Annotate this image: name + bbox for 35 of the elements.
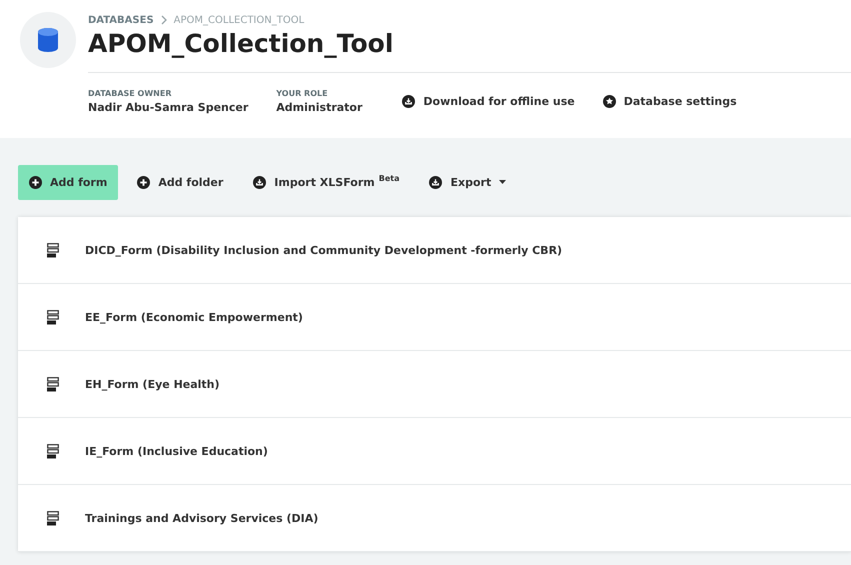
form-name: IE_Form (Inclusive Education): [85, 444, 268, 458]
form-row[interactable]: DICD_Form (Disability Inclusion and Community Development -formerly CBR): [18, 217, 851, 284]
download-icon: [429, 176, 442, 189]
meta-label: YOUR ROLE: [276, 89, 329, 98]
chevron-icon: [160, 15, 167, 25]
settings-icon: [602, 95, 616, 108]
header-action-link[interactable]: Download for offline use: [402, 95, 575, 108]
header-action-link[interactable]: Database settings: [602, 95, 737, 108]
form-row[interactable]: Trainings and Advisory Services (DIA): [18, 485, 851, 552]
page-title: APOM_Collection_Tool: [88, 29, 394, 58]
meta-label: DATABASE OWNER: [88, 89, 172, 98]
meta-value: Nadir Abu-Samra Spencer: [88, 101, 248, 114]
breadcrumb-link[interactable]: DATABASES: [88, 15, 154, 26]
form-row[interactable]: IE_Form (Inclusive Education): [18, 418, 851, 485]
form-name: Trainings and Advisory Services (DIA): [85, 512, 318, 524]
form-icon: [47, 510, 59, 526]
plus-icon: [137, 176, 150, 189]
toolbar-button[interactable]: Add folder: [126, 165, 234, 200]
form-name: EE_Form (Economic Empowerment): [85, 310, 303, 324]
plus-icon: [29, 176, 42, 189]
database-icon: [38, 28, 58, 52]
download-icon: [253, 176, 266, 189]
toolbar-button[interactable]: Export: [418, 165, 518, 200]
form-icon: [47, 444, 59, 458]
form-name: EH_Form (Eye Health): [85, 378, 220, 390]
form-row[interactable]: EH_Form (Eye Health): [18, 351, 851, 418]
form-icon: [47, 376, 59, 392]
form-name: DICD_Form (Disability Inclusion and Community Development -formerly CBR): [85, 244, 562, 256]
form-icon: [47, 242, 59, 258]
form-row[interactable]: EE_Form (Economic Empowerment): [18, 284, 851, 351]
toolbar-button[interactable]: Add form: [18, 165, 118, 200]
toolbar-button[interactable]: Import XLSForm $^{Beta}$: [242, 165, 410, 200]
download-icon: [402, 95, 416, 108]
meta-value: Administrator: [276, 101, 362, 114]
form-icon: [47, 310, 59, 324]
